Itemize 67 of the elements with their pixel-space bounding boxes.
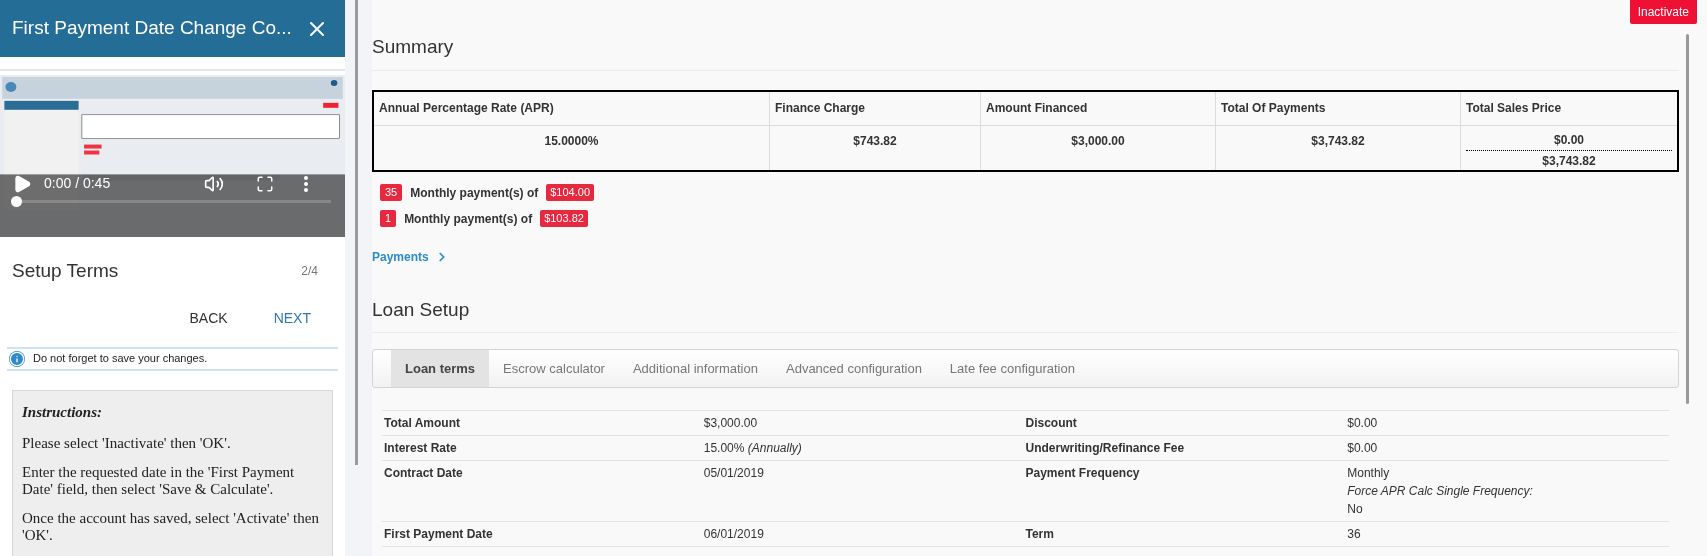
- summary-value: $3,743.82: [1310, 132, 1366, 150]
- tab[interactable]: Loan terms: [391, 350, 490, 387]
- field-label: First Payment Date: [383, 526, 494, 542]
- amount-badge: $103.82: [540, 210, 588, 227]
- count-badge: 1: [380, 210, 397, 227]
- summary-value: 15.0000%: [543, 132, 600, 150]
- column-header: Amount Financed: [981, 91, 1215, 126]
- payments-link[interactable]: Payments: [372, 247, 429, 266]
- field-value: 15.00% (Annually): [703, 440, 803, 456]
- field-label: Total Amount: [383, 415, 461, 431]
- notice-text: Do not forget to save your changes.: [33, 351, 208, 367]
- summary-value: $3,000.00: [1070, 132, 1126, 150]
- fullscreen-icon: [256, 174, 274, 193]
- tab[interactable]: Advanced configuration: [772, 350, 936, 387]
- column-header: Total Sales Price: [1461, 91, 1677, 126]
- tab[interactable]: Escrow calculator: [489, 350, 619, 387]
- payment-label: Monthly payment(s) of: [410, 184, 539, 202]
- video-player[interactable]: 0:00 / 0:45: [0, 75, 345, 237]
- field-value: 06/01/2019: [703, 526, 765, 542]
- field-value: $3,000.00: [703, 415, 759, 431]
- instructions-title: Instructions:: [22, 402, 104, 422]
- play-button[interactable]: [12, 173, 32, 194]
- tab[interactable]: Late fee configuration: [935, 350, 1089, 387]
- step-title: Setup Terms: [12, 259, 119, 283]
- video-progress-thumb[interactable]: [11, 196, 22, 207]
- fullscreen-button[interactable]: [256, 174, 274, 193]
- instruction-paragraph: Enter the requested date in the 'First Payment Date' field, then select 'Save & Calculate'.: [22, 464, 296, 498]
- next-button[interactable]: NEXT: [261, 303, 323, 333]
- column-header: Total Of Payments: [1216, 91, 1460, 126]
- volume-icon: [204, 173, 224, 194]
- column-header: Finance Charge: [770, 91, 980, 126]
- field-value: $0.00: [1347, 415, 1379, 431]
- field-label: Discount: [1025, 415, 1078, 431]
- video-time: 0:00 / 0:45: [44, 174, 112, 193]
- column-header: Annual Percentage Rate (APR): [374, 91, 769, 126]
- tab[interactable]: Additional information: [618, 350, 772, 387]
- back-button[interactable]: BACK: [177, 303, 240, 333]
- field-label: Contract Date: [383, 465, 464, 482]
- field-label: Underwriting/Refinance Fee: [1025, 440, 1186, 456]
- field-value: No: [1347, 501, 1364, 517]
- section-heading: Loan Setup: [372, 295, 1679, 333]
- scrollbar-thumb[interactable]: [355, 0, 358, 465]
- field-value: Force APR Calc Single Frequency:: [1347, 483, 1534, 499]
- count-badge: 35: [380, 184, 403, 201]
- instruction-paragraph: Once the account has saved, select 'Activate' then 'OK'.: [22, 510, 320, 544]
- scrollbar-thumb[interactable]: [1686, 34, 1689, 404]
- more-icon: [304, 175, 308, 192]
- more-button[interactable]: [304, 175, 308, 192]
- field-value: Monthly: [1347, 465, 1391, 481]
- field-value: $0.00: [1347, 440, 1379, 456]
- field-value: 36: [1347, 526, 1362, 542]
- play-icon: [12, 173, 32, 194]
- payment-label: Monthly payment(s) of: [404, 210, 533, 228]
- panel-title: First Payment Date Change Co...: [12, 16, 292, 41]
- summary-value: $743.82: [852, 132, 898, 150]
- summary-value: $0.00: [1466, 130, 1672, 151]
- volume-button[interactable]: [204, 173, 224, 194]
- inactivate-button[interactable]: Inactivate: [1629, 0, 1697, 24]
- instruction-paragraph: Please select 'Inactivate' then 'OK'.: [22, 435, 232, 452]
- amount-badge: $104.00: [546, 184, 594, 201]
- field-label: Term: [1025, 526, 1055, 542]
- field-value: 05/01/2019: [703, 465, 765, 481]
- field-label: Payment Frequency: [1025, 465, 1141, 482]
- step-count: 2/4: [301, 263, 318, 281]
- info-icon: [9, 350, 25, 367]
- field-label: Interest Rate: [383, 440, 458, 456]
- summary-value: $3,743.82: [1541, 152, 1597, 170]
